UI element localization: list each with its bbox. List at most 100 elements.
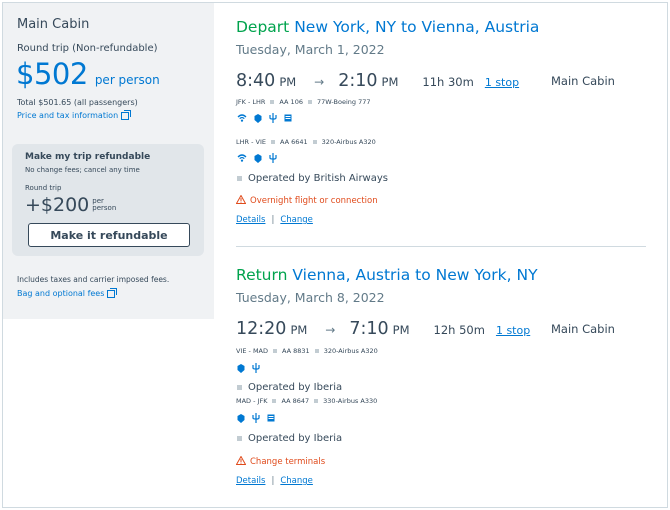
leg-route: LHR - VIE	[236, 138, 266, 146]
warning-text: Change terminals	[250, 457, 326, 467]
price-display: $502 per person	[16, 57, 160, 91]
leg-info: MAD - JFK AA 8647 330-Airbus A330	[236, 397, 377, 405]
leg-aircraft: 320-Airbus A320	[321, 138, 376, 146]
return-date: Tuesday, March 8, 2022	[236, 290, 385, 305]
amenities	[237, 363, 260, 373]
depart-date: Tuesday, March 1, 2022	[236, 42, 385, 57]
entertainment-icon	[254, 113, 262, 123]
link-separator: |	[271, 215, 275, 225]
power-icon	[269, 153, 277, 163]
depart-title: Depart New York, NY to Vienna, Austria	[236, 18, 656, 36]
fees-note: Includes taxes and carrier imposed fees.	[17, 275, 170, 284]
depart-ampm: PM	[290, 323, 308, 337]
bag-fees-label: Bag and optional fees	[17, 289, 105, 298]
leg-route: MAD - JFK	[236, 397, 268, 405]
return-title: Return Vienna, Austria to New York, NY	[236, 266, 656, 284]
wifi-icon	[237, 154, 247, 162]
operated-by-label: Operated by Iberia	[248, 433, 343, 444]
arrow-right-icon: →	[314, 75, 325, 89]
segment-warning: Overnight flight or connection	[235, 194, 378, 207]
bag-fees-link[interactable]: Bag and optional fees	[17, 287, 118, 298]
segment-cabin: Main Cabin	[551, 322, 615, 336]
entertainment-icon	[254, 153, 262, 163]
warning-icon	[235, 455, 247, 468]
warning-icon	[235, 194, 247, 207]
return-route: Vienna, Austria to New York, NY	[292, 266, 538, 284]
total-price: Total $501.65 (all passengers)	[17, 98, 138, 107]
details-link[interactable]: Details	[236, 476, 265, 486]
leg-flight: AA 8831	[282, 347, 310, 355]
segment-divider	[236, 246, 646, 247]
arrival-ampm: PM	[392, 323, 410, 337]
power-icon	[252, 363, 260, 373]
depart-time: 12:20	[236, 319, 287, 339]
price-tax-info-link[interactable]: Price and tax information	[17, 109, 132, 120]
price-summary-panel: Main Cabin Round trip (Non-refundable) $…	[3, 3, 214, 319]
seatback-screen-icon	[267, 414, 275, 422]
details-link[interactable]: Details	[236, 215, 265, 225]
power-icon	[269, 113, 277, 123]
leg-info: JFK - LHR AA 106 77W-Boeing 777	[236, 98, 370, 106]
depart-time: 8:40	[236, 71, 276, 91]
depart-timeline: 8:40 PM → 2:10 PM 11h 30m 1 stop Main Ca…	[236, 71, 615, 91]
leg-aircraft: 77W-Boeing 777	[316, 98, 371, 106]
external-link-icon	[107, 287, 118, 298]
leg-route: VIE - MAD	[236, 347, 269, 355]
segment-actions: Details | Change	[236, 476, 313, 486]
wifi-icon	[237, 114, 247, 122]
arrival-ampm: PM	[381, 75, 399, 89]
trip-type-label: Round trip (Non-refundable)	[17, 43, 158, 54]
entertainment-icon	[237, 413, 245, 423]
refund-price: +$200 per person	[25, 194, 116, 216]
leg-info: VIE - MAD AA 8831 320-Airbus A320	[236, 347, 378, 355]
depart-ampm: PM	[279, 75, 297, 89]
leg-aircraft: 330-Airbus A330	[323, 397, 378, 405]
refund-per-line2: person	[92, 204, 117, 212]
refund-title: Make my trip refundable	[25, 152, 151, 162]
seatback-screen-icon	[284, 114, 292, 122]
refundable-upsell-card: Make my trip refundable No change fees; …	[12, 144, 204, 256]
segment-actions: Details | Change	[236, 215, 313, 225]
operated-by: Operated by Iberia	[237, 433, 342, 444]
power-icon	[252, 413, 260, 423]
refund-price-amount: +$200	[25, 194, 90, 216]
duration: 12h 50m	[433, 323, 485, 337]
arrow-right-icon: →	[325, 323, 336, 337]
depart-route: New York, NY to Vienna, Austria	[294, 18, 540, 36]
stops-link[interactable]: 1 stop	[496, 324, 530, 337]
per-person-label: per person	[94, 73, 160, 87]
leg-flight: AA 8647	[281, 397, 310, 405]
segment-warning: Change terminals	[235, 455, 326, 468]
stops-link[interactable]: 1 stop	[485, 76, 519, 89]
depart-keyword: Depart	[236, 18, 290, 36]
arrival-time: 7:10	[349, 319, 389, 339]
arrival-time: 2:10	[338, 71, 378, 91]
operated-by-label: Operated by Iberia	[248, 382, 343, 393]
operated-by-label: Operated by British Airways	[248, 173, 388, 184]
refund-per-person: per person	[92, 198, 116, 212]
price-amount: $502	[16, 57, 88, 91]
cabin-label: Main Cabin	[17, 17, 90, 32]
return-timeline: 12:20 PM → 7:10 PM 12h 50m 1 stop Main C…	[236, 319, 615, 339]
change-link[interactable]: Change	[280, 476, 313, 486]
operated-by: Operated by Iberia	[237, 382, 342, 393]
leg-info: LHR - VIE AA 6641 320-Airbus A320	[236, 138, 376, 146]
change-link[interactable]: Change	[280, 215, 313, 225]
leg-aircraft: 320-Airbus A320	[323, 347, 378, 355]
leg-flight: AA 106	[279, 98, 303, 106]
return-segment: Return Vienna, Austria to New York, NY T…	[235, 266, 656, 496]
entertainment-icon	[237, 363, 245, 373]
make-refundable-button[interactable]: Make it refundable	[28, 223, 190, 247]
return-keyword: Return	[236, 266, 288, 284]
leg-route: JFK - LHR	[236, 98, 266, 106]
amenities	[237, 153, 277, 163]
external-link-icon	[121, 109, 132, 120]
warning-text: Overnight flight or connection	[250, 196, 378, 206]
leg-flight: AA 6641	[279, 138, 308, 146]
refund-round-trip-label: Round trip	[25, 184, 62, 192]
amenities	[237, 413, 275, 423]
depart-segment: Depart New York, NY to Vienna, Austria T…	[235, 18, 656, 238]
amenities	[237, 113, 292, 123]
duration: 11h 30m	[422, 75, 474, 89]
price-tax-info-label: Price and tax information	[17, 111, 119, 120]
